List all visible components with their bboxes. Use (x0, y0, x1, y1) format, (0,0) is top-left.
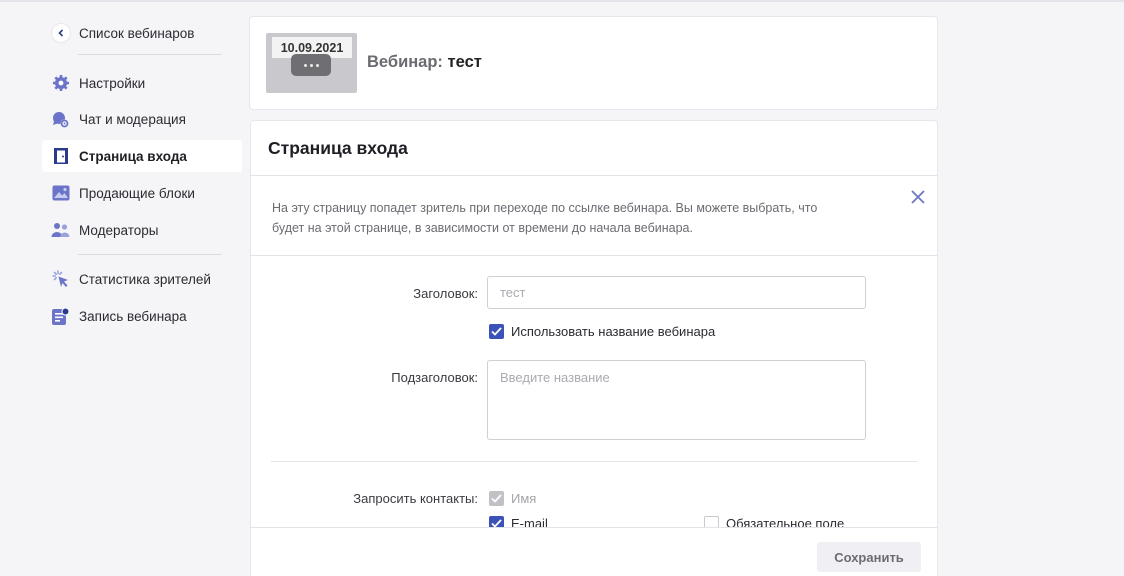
webinar-title-prefix: Вебинар: (367, 53, 443, 71)
page-title: Страница входа (268, 137, 408, 158)
request-contacts-label: Запросить контакты: (353, 491, 478, 506)
close-icon[interactable] (909, 188, 927, 206)
webinar-thumbnail: 10.09.2021 (266, 33, 357, 93)
info-text-line-2: будет на этой странице, в зависимости от… (272, 221, 693, 235)
top-border (0, 0, 1124, 2)
gear-icon (51, 74, 70, 93)
subheading-label: Подзаголовок: (391, 370, 478, 385)
use-webinar-name-checkbox[interactable] (489, 324, 504, 339)
sidebar-divider (78, 54, 222, 55)
sidebar-item-label: Страница входа (79, 148, 187, 164)
subheading-textarea[interactable] (487, 360, 866, 440)
sidebar-item-settings[interactable]: Настройки (42, 67, 242, 99)
cursor-click-icon (51, 270, 70, 289)
heading-label: Заголовок: (413, 286, 478, 301)
moderators-icon (51, 221, 70, 240)
sidebar-item-selling-blocks[interactable]: Продающие блоки (42, 177, 242, 209)
sidebar-item-entry-page[interactable]: Страница входа (42, 140, 242, 172)
form-divider (271, 461, 917, 462)
sidebar-item-label: Запись вебинара (79, 308, 187, 324)
sidebar-divider (78, 254, 222, 255)
sidebar-item-label: Продающие блоки (79, 185, 195, 201)
entry-page-card: Страница входа На эту страницу попадет з… (250, 120, 938, 576)
sidebar-item-viewer-stats[interactable]: Статистика зрителей (42, 263, 242, 295)
info-text-line-1: На эту страницу попадет зритель при пере… (272, 201, 818, 215)
card-header: Страница входа (251, 121, 937, 176)
chat-settings-icon (51, 110, 70, 129)
webinar-header-card: 10.09.2021 Вебинар: тест (249, 16, 938, 110)
sidebar-item-moderators[interactable]: Модераторы (42, 214, 242, 246)
door-icon (51, 147, 70, 166)
sidebar-item-label: Чат и модерация (79, 111, 186, 127)
back-link-label: Список вебинаров (79, 25, 195, 41)
contact-name-checkbox (489, 491, 504, 506)
sidebar-item-label: Модераторы (79, 222, 159, 238)
info-notice: На эту страницу попадет зритель при пере… (251, 176, 937, 256)
sidebar-item-label: Статистика зрителей (79, 271, 211, 287)
sidebar: Список вебинаров Настройки Чат и модерац… (42, 18, 242, 332)
sidebar-item-chat-moderation[interactable]: Чат и модерация (42, 103, 242, 135)
contact-name-label: Имя (511, 491, 537, 506)
record-icon (51, 307, 70, 326)
webinar-title-value: тест (447, 53, 482, 71)
back-chevron-icon (51, 24, 70, 43)
chat-bubble-icon (291, 54, 331, 76)
heading-input[interactable] (487, 276, 866, 309)
use-webinar-name-label: Использовать название вебинара (511, 324, 716, 339)
sidebar-item-label: Настройки (79, 75, 146, 91)
sidebar-item-webinar-record[interactable]: Запись вебинара (42, 300, 242, 332)
save-button[interactable]: Сохранить (817, 542, 921, 572)
card-footer: Сохранить (251, 527, 937, 576)
webinar-title: Вебинар: тест (367, 53, 482, 72)
image-icon (51, 184, 70, 203)
back-to-webinars-link[interactable]: Список вебинаров (42, 18, 242, 48)
